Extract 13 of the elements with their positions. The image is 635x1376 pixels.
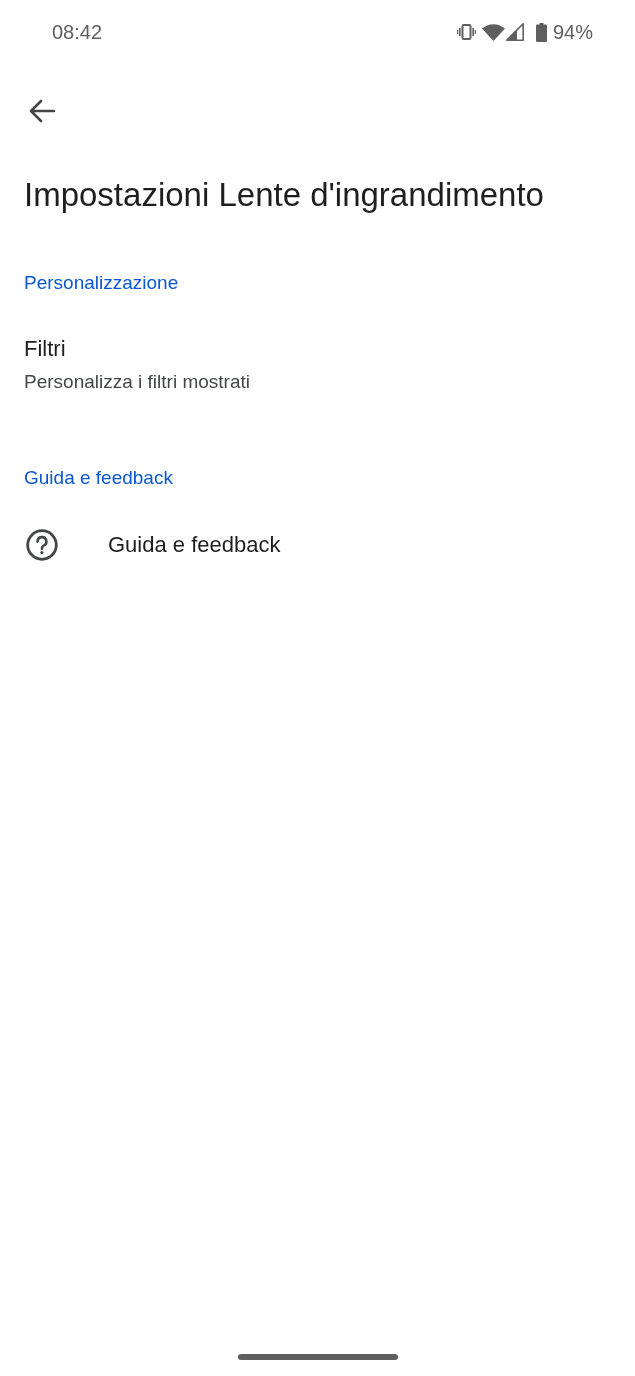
battery-icon <box>535 22 547 42</box>
signal-icon <box>505 23 524 41</box>
section-header: Personalizzazione <box>23 271 180 295</box>
vibrate-icon <box>456 24 476 40</box>
page-title: Impostazioni Lente d'ingrandimento <box>23 175 545 215</box>
battery-percent: 94% <box>552 20 593 45</box>
status-time: 08:42 <box>52 20 103 45</box>
section-header: Guida e feedback <box>23 466 174 490</box>
back-icon[interactable] <box>29 99 55 123</box>
help-icon <box>26 529 58 561</box>
item-summary: Personalizza i filtri mostrati <box>24 370 250 394</box>
item-title[interactable]: Filtri <box>24 334 66 364</box>
item-title[interactable]: Guida e feedback <box>108 530 281 560</box>
